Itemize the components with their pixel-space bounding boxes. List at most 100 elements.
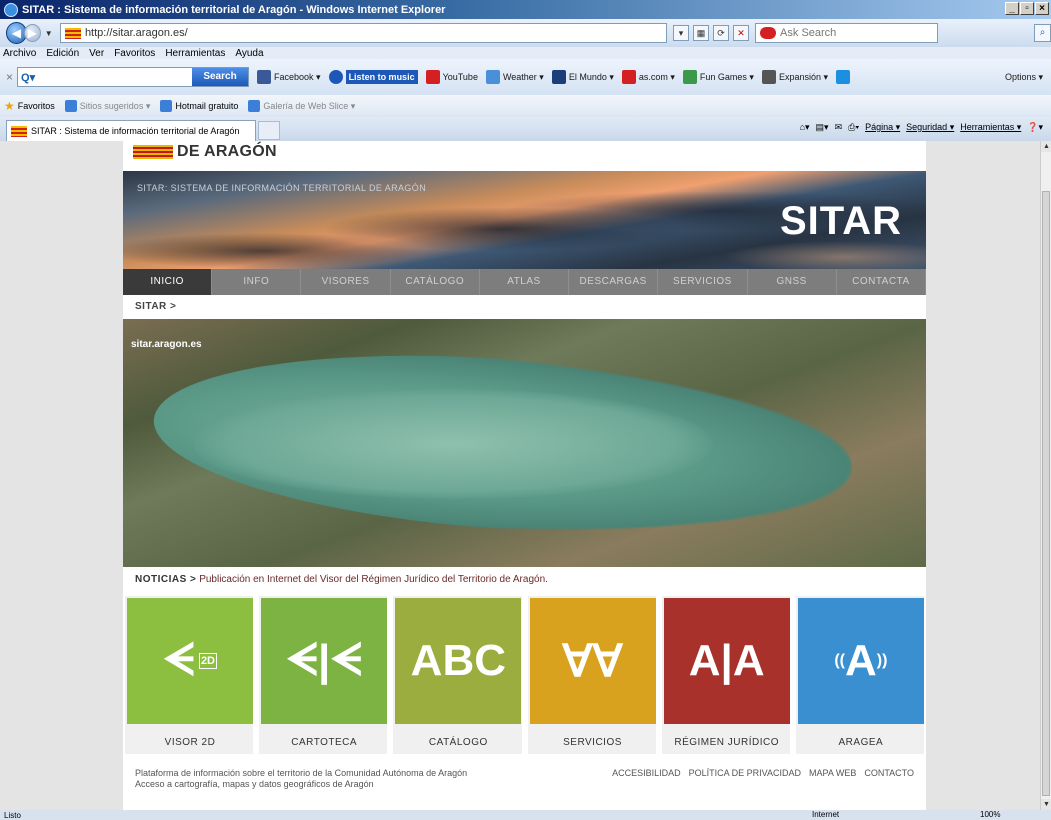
toolbar-more[interactable] (836, 70, 853, 84)
window-controls: _ ▫ × (1005, 2, 1049, 15)
minimize-button[interactable]: _ (1005, 2, 1019, 15)
menu-ver[interactable]: Ver (89, 48, 104, 59)
ask-toolbar: × Q▾ Search Facebook ▾ Listen to music Y… (0, 59, 1051, 95)
tile-label: CARTOTECA (291, 737, 358, 748)
tile-aragea[interactable]: ((A)) ARAGEA (795, 596, 925, 754)
menu-edicion[interactable]: Edición (46, 48, 79, 59)
nav-contacta[interactable]: CONTACTA (837, 269, 926, 295)
nav-info[interactable]: INFO (212, 269, 302, 295)
history-dropdown-icon[interactable]: ▼ (45, 29, 56, 38)
menu-herramientas[interactable]: Herramientas (165, 48, 225, 59)
service-tiles: ᗕ 2D VISOR 2D ᗕ|ᗕ CARTOTECA ABC CATÁLOGO … (123, 596, 926, 754)
toolbar-youtube[interactable]: YouTube (425, 70, 478, 84)
ie-page-icon (248, 100, 261, 112)
toolbar-options[interactable]: Options ▾ (1005, 72, 1043, 83)
nav-inicio[interactable]: INICIO (123, 269, 213, 295)
footer-accesibilidad[interactable]: ACCESIBILIDAD (612, 768, 681, 778)
nav-visores[interactable]: VISORES (301, 269, 391, 295)
tab-favicon (11, 125, 27, 137)
ie-page-icon (64, 100, 77, 112)
search-go-icon[interactable]: ⌕ (1034, 24, 1051, 42)
favorites-button[interactable]: ★ Favoritos (4, 99, 55, 113)
ask-search-input[interactable]: Ask Search (755, 23, 939, 43)
tile-servicios[interactable]: ∀∀ SERVICIOS (527, 596, 656, 754)
toolbar-weather[interactable]: Weather ▾ (485, 70, 544, 84)
dropdown-icon[interactable]: ▾ (673, 25, 690, 41)
cmd-seguridad[interactable]: Seguridad ▾ (906, 122, 954, 133)
search-icon: Q▾ (21, 71, 36, 84)
refresh-icon[interactable]: ⟳ (713, 25, 730, 41)
reservoir-highlight (193, 389, 713, 499)
tile-label: VISOR 2D (164, 737, 216, 748)
facebook-icon (257, 70, 272, 84)
zoom-level[interactable]: 100% (980, 810, 1000, 819)
tab-sitar[interactable]: SITAR : Sistema de información territori… (6, 120, 256, 141)
sitar-page: DE ARAGÓN SITAR: SISTEMA DE INFORMACIÓN … (123, 141, 926, 810)
news-line: NOTICIAS > Publicación en Internet del V… (135, 574, 548, 585)
address-url: http://sitar.aragon.es/ (84, 27, 188, 39)
nav-descargas[interactable]: DESCARGAS (569, 269, 659, 295)
news-link[interactable]: Publicación en Internet del Visor del Ré… (199, 574, 548, 585)
tile-label: ARAGEA (838, 737, 884, 748)
tile-regimen-juridico[interactable]: A|A RÉGIMEN JURÍDICO (661, 596, 790, 754)
cmd-pagina[interactable]: Página ▾ (865, 122, 900, 133)
scroll-thumb[interactable] (1042, 191, 1050, 796)
address-input[interactable]: http://sitar.aragon.es/ (59, 23, 668, 43)
header-banner: SITAR: SISTEMA DE INFORMACIÓN TERRITORIA… (123, 171, 926, 269)
nav-servicios[interactable]: SERVICIOS (658, 269, 748, 295)
help-icon[interactable]: ❓▾ (1027, 122, 1043, 133)
new-tab-button[interactable] (258, 121, 280, 140)
tile-catalogo[interactable]: ABC CATÁLOGO (393, 596, 522, 754)
servicios-icon: ∀∀ (529, 598, 656, 724)
aragon-flag-icon (133, 145, 173, 159)
toolbar-elmundo[interactable]: El Mundo ▾ (551, 70, 614, 84)
expansion-icon (761, 70, 776, 84)
breadcrumb[interactable]: SITAR > (135, 301, 176, 312)
nav-atlas[interactable]: ATLAS (480, 269, 570, 295)
footer-mapa-web[interactable]: MAPA WEB (809, 768, 856, 778)
footer-contacto[interactable]: CONTACTO (864, 768, 914, 778)
news-label: NOTICIAS > (135, 574, 197, 585)
tile-label: SERVICIOS (563, 737, 622, 748)
footer-privacidad[interactable]: POLÍTICA DE PRIVACIDAD (689, 768, 801, 778)
toolbar-listen-music[interactable]: Listen to music (328, 70, 418, 84)
toolbar-search-button[interactable]: Search (192, 68, 249, 86)
menu-favoritos[interactable]: Favoritos (114, 48, 155, 59)
fav-sitios-sugeridos[interactable]: Sitios sugeridos ▾ (64, 100, 150, 112)
toolbar-facebook[interactable]: Facebook ▾ (257, 70, 321, 84)
tile-label: CATÁLOGO (428, 737, 488, 748)
close-button[interactable]: × (1035, 2, 1049, 15)
feeds-icon[interactable]: ▤▾ (816, 122, 829, 133)
maximize-button[interactable]: ▫ (1020, 2, 1034, 15)
vertical-scrollbar[interactable]: ▲ ▼ (1040, 141, 1051, 810)
hero-aerial-image: sitar.aragon.es (123, 319, 926, 567)
menu-bar: Archivo Edición Ver Favoritos Herramient… (0, 47, 1051, 59)
toolbar-ascom[interactable]: as.com ▾ (621, 70, 675, 84)
scroll-up-icon[interactable]: ▲ (1041, 141, 1051, 152)
menu-archivo[interactable]: Archivo (3, 48, 36, 59)
cmd-herramientas[interactable]: Herramientas ▾ (960, 122, 1021, 133)
home-icon[interactable]: ⌂▾ (800, 122, 810, 133)
fav-hotmail[interactable]: Hotmail gratuito (160, 100, 238, 112)
tab-bar: SITAR : Sistema de información territori… (0, 117, 1051, 141)
menu-ayuda[interactable]: Ayuda (235, 48, 263, 59)
elmundo-icon (551, 70, 566, 84)
tab-title: SITAR : Sistema de información territori… (31, 126, 240, 136)
aragon-logo[interactable]: DE ARAGÓN (133, 143, 277, 161)
mail-icon[interactable]: ✉ (835, 122, 843, 133)
forward-button[interactable]: ▶ (23, 24, 41, 42)
tile-cartoteca[interactable]: ᗕ|ᗕ CARTOTECA (259, 596, 388, 754)
stop-icon[interactable]: ✕ (733, 25, 750, 41)
nav-gnss[interactable]: GNSS (748, 269, 837, 295)
toolbar-search-input[interactable]: Q▾ Search (17, 67, 250, 87)
tile-visor-2d[interactable]: ᗕ 2D VISOR 2D (125, 596, 254, 754)
toolbar-fungames[interactable]: Fun Games ▾ (682, 70, 754, 84)
fav-web-slice[interactable]: Galería de Web Slice ▾ (248, 100, 355, 112)
security-zone: Internet (812, 810, 840, 819)
print-icon[interactable]: ⎙▾ (848, 122, 859, 133)
toolbar-expansion[interactable]: Expansión ▾ (761, 70, 828, 84)
scroll-down-icon[interactable]: ▼ (1041, 799, 1051, 810)
nav-catalogo[interactable]: CATÁLOGO (391, 269, 480, 295)
compat-view-icon[interactable]: ▦ (693, 25, 710, 41)
toolbar-close-icon[interactable]: × (6, 70, 13, 84)
